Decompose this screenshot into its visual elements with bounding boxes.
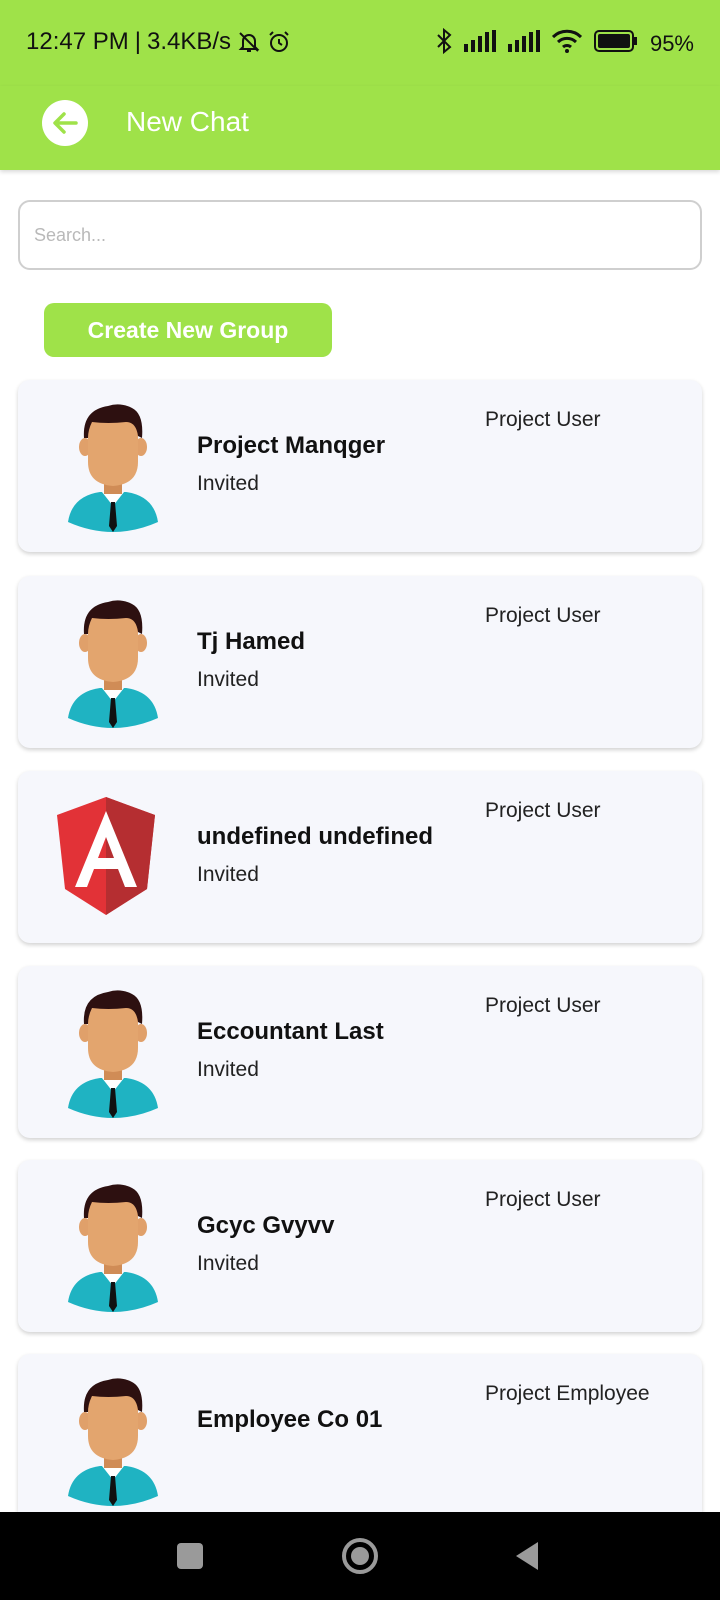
contact-status: Invited — [197, 863, 259, 886]
status-time: 12:47 PM — [26, 28, 129, 55]
battery-icon — [593, 30, 638, 58]
signal-icon — [507, 30, 540, 58]
arrow-left-icon — [53, 112, 78, 134]
contact-status: Invited — [197, 668, 259, 691]
wifi-icon — [551, 29, 583, 59]
man-avatar-icon — [68, 404, 158, 532]
status-separator: | — [134, 28, 141, 55]
status-speed: 3.4KB/s — [146, 28, 232, 55]
status-right: 95% — [436, 27, 694, 60]
home-button[interactable] — [340, 1536, 380, 1576]
contact-role: Project User — [485, 799, 601, 822]
bluetooth-icon — [436, 27, 452, 60]
battery-percent: 95% — [649, 31, 694, 56]
recents-button[interactable] — [170, 1536, 210, 1576]
man-avatar-icon — [68, 990, 158, 1118]
page-title: New Chat — [126, 106, 249, 137]
contact-card[interactable]: Project Manqger Invited Project User — [18, 380, 702, 552]
system-nav-bar — [0, 1512, 720, 1600]
contact-card[interactable]: Tj Hamed Invited Project User — [18, 576, 702, 748]
contact-role: Project User — [485, 604, 601, 627]
signal-icon — [463, 30, 496, 58]
man-avatar-icon — [68, 1378, 158, 1506]
man-avatar-icon — [68, 600, 158, 728]
recents-square-icon — [177, 1543, 203, 1569]
status-left: 12:47 PM | 3.4KB/s — [26, 28, 291, 56]
contact-name: Employee Co 01 — [197, 1406, 383, 1433]
contact-role: Project User — [485, 1188, 601, 1211]
home-circle-icon — [342, 1538, 378, 1574]
back-triangle-icon — [516, 1542, 538, 1570]
system-back-button[interactable] — [508, 1536, 548, 1576]
contact-name: Eccountant Last — [197, 1018, 384, 1045]
contact-card[interactable]: Eccountant Last Invited Project User — [18, 966, 702, 1138]
contact-card[interactable]: undefined undefined Invited Project User — [18, 771, 702, 943]
contact-name: undefined undefined — [197, 823, 433, 850]
mute-bell-icon — [237, 30, 261, 54]
create-new-group-button[interactable]: Create New Group — [44, 303, 332, 357]
angular-logo-icon — [57, 797, 155, 915]
contact-role: Project Employee — [485, 1382, 650, 1405]
contact-card[interactable]: Gcyc Gvyvv Invited Project User — [18, 1160, 702, 1332]
man-avatar-icon — [68, 1184, 158, 1312]
contact-name: Gcyc Gvyvv — [197, 1212, 335, 1239]
contact-name: Project Manqger — [197, 432, 386, 459]
contact-status: Invited — [197, 472, 259, 495]
contact-status: Invited — [197, 1252, 259, 1275]
status-bar: 12:47 PM | 3.4KB/s 95% — [0, 0, 720, 86]
alarm-icon — [267, 30, 291, 54]
contact-role: Project User — [485, 408, 601, 431]
contact-status: Invited — [197, 1058, 259, 1081]
back-button[interactable] — [42, 100, 88, 146]
contact-card[interactable]: Employee Co 01 Project Employee — [18, 1354, 702, 1512]
contact-role: Project User — [485, 994, 601, 1017]
search-input[interactable] — [18, 200, 702, 270]
app-bar: New Chat — [0, 86, 720, 170]
contact-name: Tj Hamed — [197, 628, 306, 655]
